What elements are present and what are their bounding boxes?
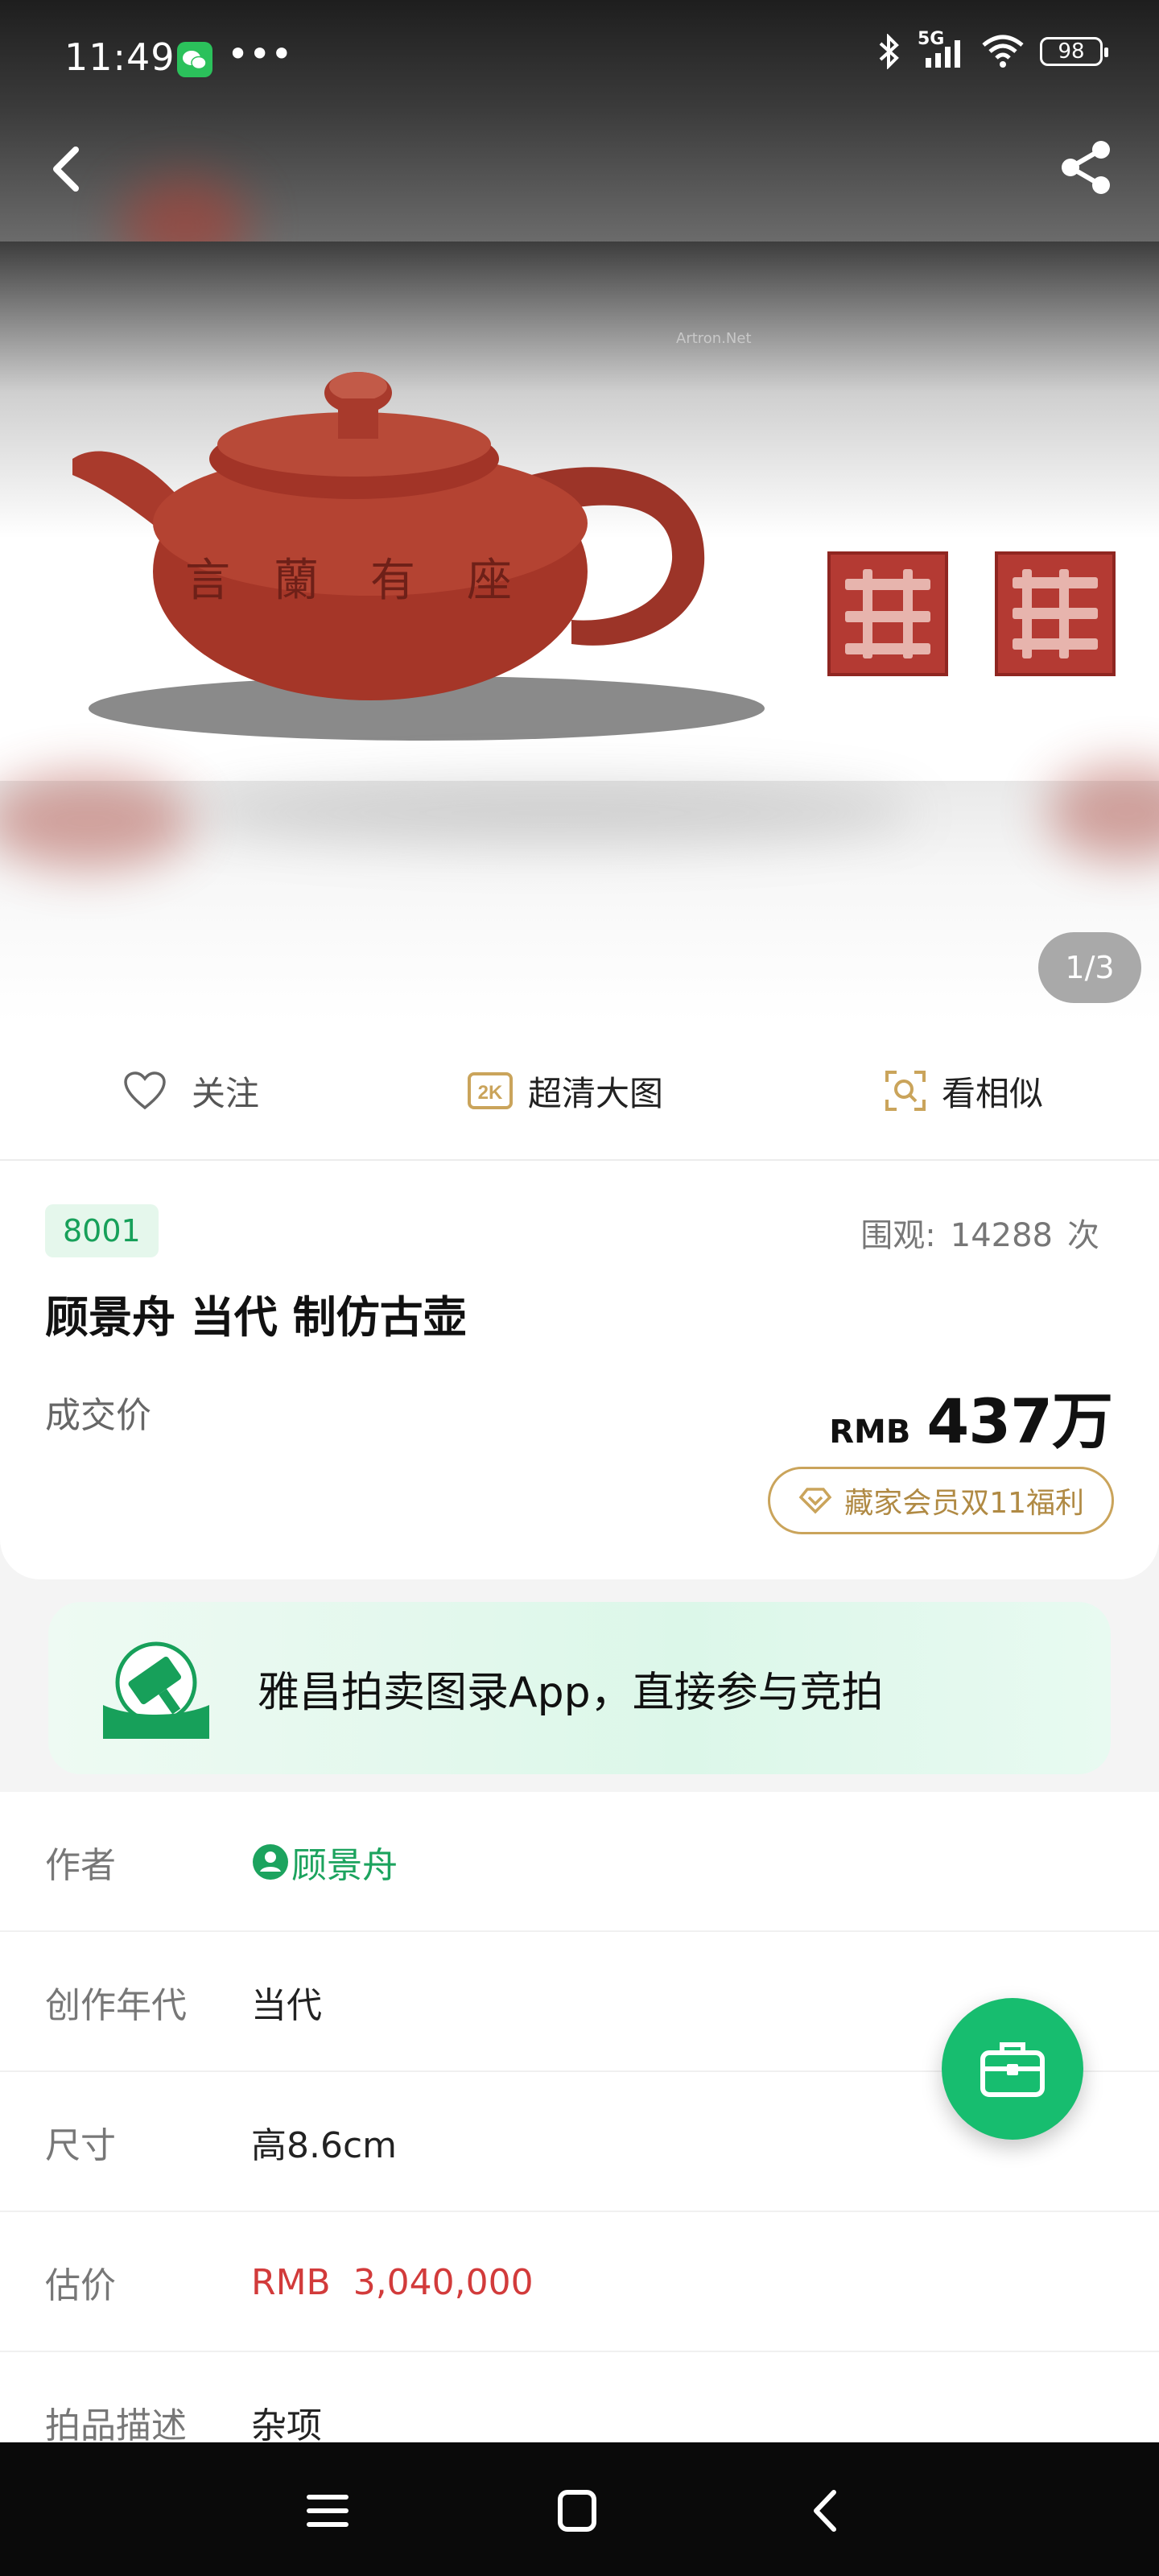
view-count-label: 围观: [860,1217,936,1254]
follow-button[interactable]: 关注 [122,1022,259,1159]
lot-title: 顾景舟 当代 制仿古壶 [45,1292,467,1343]
svg-text:蘭: 蘭 [274,555,319,607]
detail-value: 杂项 [251,2405,322,2446]
author-link[interactable]: 顾景舟 [251,1792,398,1932]
view-similar-label: 看相似 [942,1073,1044,1113]
estimate-value: RMB 3,040,000 [251,2261,534,2303]
image-page-counter: 1/3 [1038,932,1141,1003]
vip-offer-label: 藏家会员双11福利 [844,1487,1084,1520]
lot-number-badge: 8001 [45,1204,159,1257]
price-currency: RMB [829,1414,911,1451]
wifi-icon [982,35,1024,68]
detail-value: 当代 [251,1985,322,2026]
scan-search-icon [885,1071,926,1111]
detail-key: 作者 [45,1845,116,1886]
app-promo-banner[interactable]: 雅昌拍卖图录App，直接参与竞拍 [48,1602,1111,1774]
wechat-icon [177,42,212,77]
back-button[interactable] [40,137,97,201]
yachang-app-logo [103,1641,209,1739]
nav-menu-button[interactable] [299,2483,356,2539]
lot-photo[interactable]: 言 蘭 有 座 Artron.Net [0,242,1159,781]
watermark-text: Artron.Net [676,330,752,347]
status-bar: 11:49 ••• 5G 98 [0,0,1159,113]
battery-level: 98 [1058,39,1085,64]
detail-key: 拍品描述 [45,2405,187,2446]
share-button[interactable] [1054,135,1119,200]
hd-image-label: 超清大图 [528,1073,664,1113]
seal-stamp-left [827,551,948,676]
detail-row-author: 作者 顾景舟 [0,1792,1159,1932]
seal-stamp-right [995,551,1116,676]
hd-image-button[interactable]: 2K 超清大图 [467,1022,663,1159]
image-gallery[interactable]: 言 蘭 有 座 Artron.Net 1/3 [0,0,1159,1022]
teapot-image: 言 蘭 有 座 [72,372,765,741]
signal-icon: 5G [918,29,966,69]
detail-key: 创作年代 [45,1985,187,2026]
view-count-unit: 次 [1067,1217,1099,1254]
user-icon [253,1844,288,1880]
detail-key: 估价 [45,2265,116,2306]
home-square-icon [558,2490,596,2532]
back-arrow-icon [814,2490,836,2532]
briefcase-fab-button[interactable] [942,1998,1083,2140]
author-name: 顾景舟 [291,1845,398,1886]
detail-row-estimate: 估价 RMB 3,040,000 [0,2212,1159,2352]
status-indicators: 5G 98 [876,29,1108,69]
heart-icon [124,1071,166,1110]
gallery-bottom-blur [0,765,1159,1022]
detail-value: 高8.6cm [251,2125,398,2166]
svg-text:言: 言 [185,555,230,607]
detail-row-description: 拍品描述 杂项 [0,2352,1159,2450]
view-count: 围观: 14288 次 [860,1209,1099,1256]
diamond-icon [798,1488,832,1514]
svg-text:2K: 2K [478,1082,503,1104]
chevron-left-icon [53,147,79,192]
svg-text:有: 有 [370,555,415,607]
view-similar-button[interactable]: 看相似 [884,1022,1043,1159]
price-value: 437万 [926,1385,1113,1457]
nav-home-button[interactable] [549,2483,605,2539]
action-row: 关注 2K 超清大图 看相似 [0,1022,1159,1161]
view-count-value: 14288 [950,1217,1053,1254]
deal-price-label: 成交价 [45,1395,151,1436]
system-nav-bar [0,2442,1159,2576]
vip-offer-button[interactable]: 藏家会员双11福利 [768,1467,1114,1534]
battery-icon: 98 [1040,37,1108,66]
status-time: 11:49 [64,35,175,79]
follow-label: 关注 [192,1073,260,1113]
2k-icon: 2K [468,1072,513,1109]
svg-text:座: 座 [467,555,512,607]
briefcase-icon [980,2042,1045,2097]
nav-back-button[interactable] [798,2483,855,2539]
menu-icon [307,2495,349,2527]
lot-info-card: 8001 围观: 14288 次 顾景舟 当代 制仿古壶 成交价 RMB 437万 … [0,1161,1159,1579]
app-promo-text: 雅昌拍卖图录App，直接参与竞拍 [258,1668,884,1717]
detail-key: 尺寸 [45,2125,116,2166]
more-notifications-icon: ••• [227,32,293,76]
deal-price: RMB 437万 [829,1372,1113,1460]
bluetooth-icon [879,34,899,69]
share-icon [1062,141,1110,194]
